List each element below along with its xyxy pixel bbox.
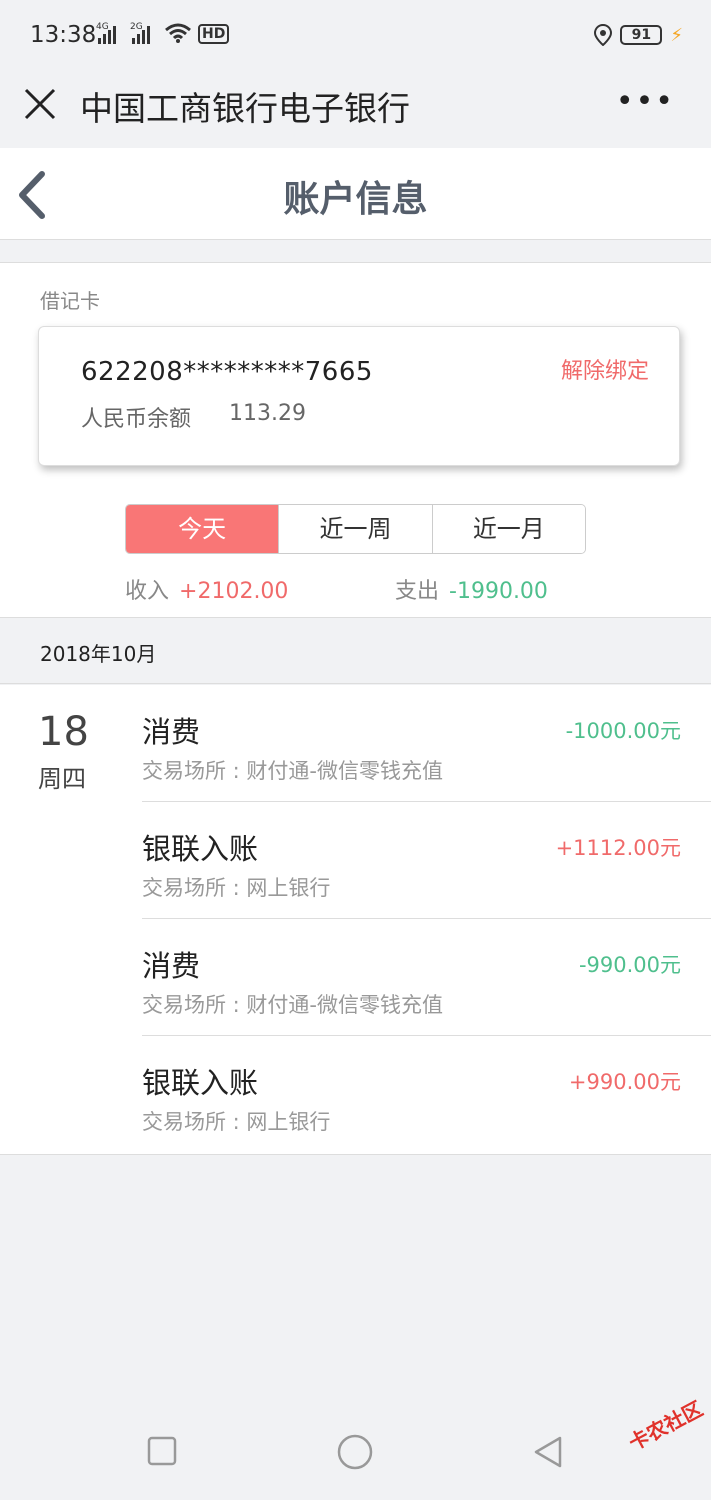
income-summary: 收入 +2102.00	[125, 573, 288, 605]
transaction-amount: +1112.00元	[555, 836, 681, 860]
date-weekday: 周四	[38, 765, 86, 793]
page-header: 账户信息	[0, 148, 711, 240]
transaction-place: 交易场所 : 财付通-微信零钱充值	[142, 993, 444, 1017]
transaction-title: 消费	[142, 715, 201, 749]
back-nav-icon[interactable]	[532, 1435, 564, 1469]
card-section: 借记卡 622208*********7665 解除绑定 人民币余额 113.2…	[0, 262, 711, 618]
transaction-row[interactable]: 银联入账 交易场所 : 网上银行 +990.00元	[142, 1036, 711, 1153]
month-header: 2018年10月	[0, 620, 711, 684]
transaction-amount: +990.00元	[568, 1070, 681, 1094]
transaction-title: 银联入账	[142, 832, 259, 866]
unbind-button[interactable]: 解除绑定	[561, 353, 649, 385]
transaction-title: 消费	[142, 949, 201, 983]
month-label: 2018年10月	[40, 642, 157, 666]
status-icons: 4G 2G HD	[96, 22, 230, 44]
bank-card: 622208*********7665 解除绑定 人民币余额 113.29	[38, 326, 680, 466]
transaction-place: 交易场所 : 网上银行	[142, 876, 331, 900]
income-label: 收入	[125, 579, 170, 604]
close-icon[interactable]	[22, 86, 58, 122]
status-right: 91 ⚡	[594, 24, 683, 46]
transaction-list: 18 周四 消费 交易场所 : 财付通-微信零钱充值 -1000.00元 银联入…	[0, 685, 711, 1155]
wifi-icon	[165, 23, 191, 43]
income-value: +2102.00	[179, 579, 289, 604]
tab-month[interactable]: 近一月	[431, 505, 585, 553]
status-time: 13:38	[30, 22, 97, 48]
balance-label: 人民币余额	[81, 407, 192, 432]
signal-2g-icon: 2G	[130, 22, 150, 44]
system-nav-bar	[0, 1405, 711, 1500]
expense-label: 支出	[395, 579, 440, 604]
transaction-row[interactable]: 消费 交易场所 : 财付通-微信零钱充值 -1000.00元	[142, 685, 711, 802]
status-bar: 13:38 4G 2G HD 91 ⚡	[0, 0, 711, 72]
period-tabs: 今天 近一周 近一月	[125, 504, 586, 554]
date-day: 18	[38, 709, 89, 755]
home-icon[interactable]	[336, 1433, 374, 1471]
transaction-place: 交易场所 : 财付通-微信零钱充值	[142, 759, 444, 783]
app-title: 中国工商银行电子银行	[80, 89, 410, 128]
signal-4g-icon: 4G	[96, 22, 116, 44]
card-type-label: 借记卡	[40, 289, 100, 313]
transaction-amount: -990.00元	[578, 953, 681, 977]
hd-icon: HD	[198, 24, 230, 44]
expense-value: -1990.00	[449, 579, 548, 604]
page-title: 账户信息	[283, 179, 428, 220]
recent-apps-icon[interactable]	[146, 1435, 178, 1467]
more-icon[interactable]: •••	[616, 84, 675, 119]
transaction-place: 交易场所 : 网上银行	[142, 1110, 331, 1134]
balance-value: 113.29	[229, 401, 306, 426]
battery-icon: 91	[620, 25, 663, 45]
transaction-title: 银联入账	[142, 1066, 259, 1100]
tab-week[interactable]: 近一周	[278, 505, 432, 553]
card-number: 622208*********7665	[81, 357, 373, 387]
charging-icon: ⚡	[670, 24, 683, 46]
transaction-row[interactable]: 银联入账 交易场所 : 网上银行 +1112.00元	[142, 802, 711, 919]
tab-today[interactable]: 今天	[126, 505, 279, 553]
app-bar: 中国工商银行电子银行 •••	[0, 72, 711, 148]
location-icon	[594, 24, 613, 46]
transaction-amount: -1000.00元	[565, 719, 681, 743]
expense-summary: 支出 -1990.00	[395, 573, 548, 605]
transaction-row[interactable]: 消费 交易场所 : 财付通-微信零钱充值 -990.00元	[142, 919, 711, 1036]
